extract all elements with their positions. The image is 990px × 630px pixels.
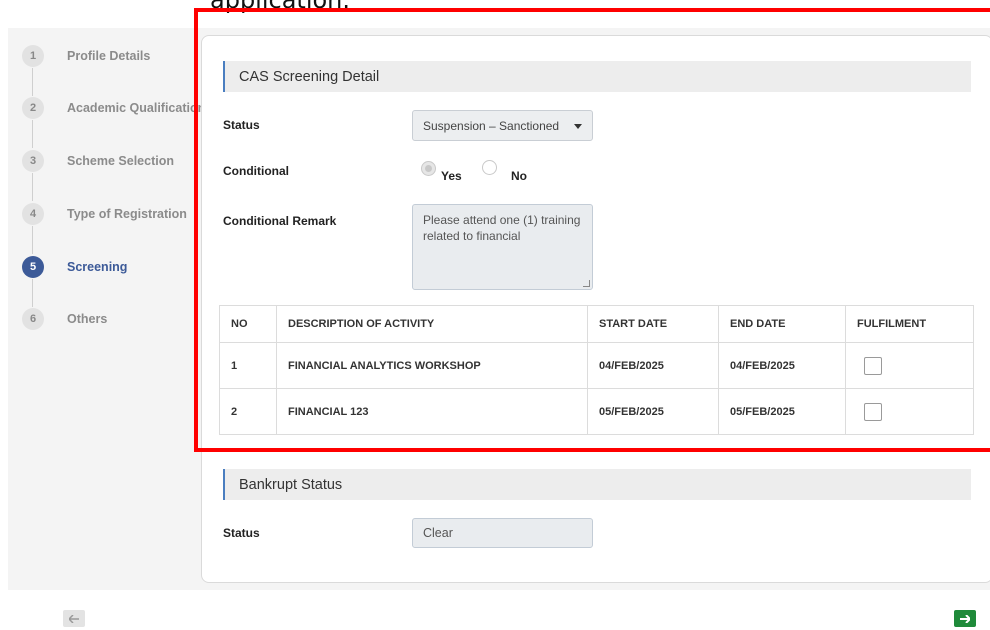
step-number: 2 bbox=[22, 97, 44, 119]
caption-text: application. bbox=[210, 0, 351, 14]
step-screening[interactable]: 5 Screening bbox=[22, 255, 127, 279]
next-button[interactable] bbox=[954, 610, 976, 627]
bankrupt-status-field[interactable]: Clear bbox=[412, 518, 593, 548]
conditional-no-radio[interactable] bbox=[482, 160, 497, 175]
bankrupt-status-label: Status bbox=[223, 526, 260, 540]
table-row: 1 FINANCIAL ANALYTICS WORKSHOP 04/FEB/20… bbox=[219, 342, 974, 389]
step-academic-qualification[interactable]: 2 Academic Qualification bbox=[22, 96, 205, 120]
header-fulfilment: FULFILMENT bbox=[845, 305, 974, 343]
header-description: DESCRIPTION OF ACTIVITY bbox=[276, 305, 588, 343]
conditional-yes-radio[interactable] bbox=[421, 161, 436, 176]
header-end-date: END DATE bbox=[718, 305, 846, 343]
step-connector bbox=[32, 279, 33, 307]
step-number: 1 bbox=[22, 45, 44, 67]
step-label: Academic Qualification bbox=[67, 101, 206, 115]
row-no: 2 bbox=[219, 388, 277, 435]
row-fulfilment bbox=[845, 342, 974, 389]
conditional-yes-label: Yes bbox=[441, 169, 462, 183]
step-number: 5 bbox=[22, 256, 44, 278]
step-others[interactable]: 6 Others bbox=[22, 307, 107, 331]
step-number: 6 bbox=[22, 308, 44, 330]
status-label: Status bbox=[223, 118, 260, 132]
header-start-date: START DATE bbox=[587, 305, 719, 343]
status-select[interactable]: Suspension – Sanctioned bbox=[412, 110, 593, 141]
activities-table: NO DESCRIPTION OF ACTIVITY START DATE EN… bbox=[219, 305, 974, 435]
row-description: FINANCIAL 123 bbox=[276, 388, 588, 435]
step-label: Others bbox=[67, 312, 108, 326]
previous-button[interactable] bbox=[63, 610, 85, 627]
fulfilment-checkbox[interactable] bbox=[864, 356, 882, 375]
row-end-date: 04/FEB/2025 bbox=[718, 342, 846, 389]
cas-section-title: CAS Screening Detail bbox=[223, 61, 971, 92]
step-label: Type of Registration bbox=[67, 207, 187, 221]
step-scheme-selection[interactable]: 3 Scheme Selection bbox=[22, 149, 174, 173]
arrow-right-icon bbox=[960, 614, 970, 623]
step-label: Profile Details bbox=[67, 49, 151, 63]
status-select-value: Suspension – Sanctioned bbox=[423, 118, 560, 133]
header-no: NO bbox=[219, 305, 277, 343]
step-label: Scheme Selection bbox=[67, 154, 174, 168]
row-start-date: 04/FEB/2025 bbox=[587, 342, 719, 389]
step-number: 4 bbox=[22, 203, 44, 225]
row-no: 1 bbox=[219, 342, 277, 389]
conditional-no-label: No bbox=[511, 169, 527, 183]
bankrupt-section-title: Bankrupt Status bbox=[223, 469, 971, 500]
step-connector bbox=[32, 68, 33, 96]
row-end-date: 05/FEB/2025 bbox=[718, 388, 846, 435]
row-description: FINANCIAL ANALYTICS WORKSHOP bbox=[276, 342, 588, 389]
conditional-remark-value: Please attend one (1) training related t… bbox=[423, 213, 581, 243]
table-row: 2 FINANCIAL 123 05/FEB/2025 05/FEB/2025 bbox=[219, 388, 974, 435]
conditional-remark-textarea[interactable]: Please attend one (1) training related t… bbox=[412, 204, 593, 290]
chevron-down-icon bbox=[574, 124, 582, 129]
row-start-date: 05/FEB/2025 bbox=[587, 388, 719, 435]
step-profile-details[interactable]: 1 Profile Details bbox=[22, 44, 150, 68]
table-header-row: NO DESCRIPTION OF ACTIVITY START DATE EN… bbox=[219, 305, 974, 343]
step-type-of-registration[interactable]: 4 Type of Registration bbox=[22, 202, 187, 226]
step-label: Screening bbox=[67, 260, 128, 274]
step-connector bbox=[32, 173, 33, 201]
conditional-label: Conditional bbox=[223, 164, 289, 178]
step-number: 3 bbox=[22, 150, 44, 172]
fulfilment-checkbox[interactable] bbox=[864, 402, 882, 421]
step-connector bbox=[32, 120, 33, 148]
step-connector bbox=[32, 226, 33, 254]
row-fulfilment bbox=[845, 388, 974, 435]
resize-handle-icon[interactable] bbox=[583, 280, 590, 287]
arrow-left-icon bbox=[69, 614, 79, 623]
conditional-remark-label: Conditional Remark bbox=[223, 214, 337, 228]
